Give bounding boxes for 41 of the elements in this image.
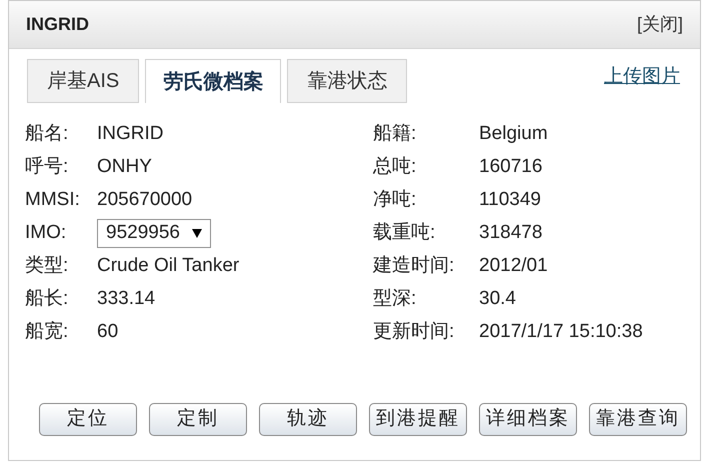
field-value: 205670000 [97,188,192,212]
field-value: 30.4 [479,287,516,312]
field-value: Belgium [479,122,548,146]
field-label: 总吨: [373,155,418,180]
dropdown-arrow-icon [192,229,202,238]
field-label: 船名: [25,122,70,146]
field-label: 船长: [25,287,70,312]
tab[interactable]: 劳氏微档案 [145,59,282,103]
field-value: Crude Oil Tanker [97,254,240,278]
field-label: 载重吨: [373,221,436,246]
upload-link[interactable]: 上传图片 [604,62,680,91]
field-value: 60 [97,320,118,344]
tab[interactable]: 靠港状态 [287,59,408,103]
field-label: IMO: [25,221,68,246]
field-value: 318478 [479,221,542,246]
field-label: 类型: [25,254,70,278]
window-title: INGRID [26,13,89,36]
field-value: 333.14 [97,287,156,312]
field-label: 更新时间: [373,320,456,344]
imo-select[interactable]: 9529956 [97,219,211,248]
action-button[interactable]: 定位 [39,403,137,436]
field-value: 2017/1/17 15:10:38 [479,320,643,344]
field-value: ONHY [97,155,152,180]
field-label: 船籍: [373,122,418,146]
field-label: MMSI: [25,188,81,212]
tab[interactable]: 岸基AIS [27,59,140,103]
field-value: INGRID [97,122,164,146]
field-value: 110349 [479,188,541,212]
field-label: 型深: [373,287,418,312]
close-button[interactable]: [关闭] [636,11,683,38]
field-label: 呼号: [25,155,70,180]
field-value: 2012/01 [479,254,548,278]
action-button[interactable]: 定制 [149,403,247,436]
field-label: 船宽: [25,320,70,344]
action-button[interactable]: 到港提醒 [369,403,467,436]
action-button[interactable]: 详细档案 [479,403,577,436]
field-label: 建造时间: [373,254,456,278]
field-label: 净吨: [373,188,418,212]
action-button[interactable]: 轨迹 [259,403,357,436]
action-button[interactable]: 靠港查询 [589,403,687,436]
field-value: 160716 [479,155,542,180]
